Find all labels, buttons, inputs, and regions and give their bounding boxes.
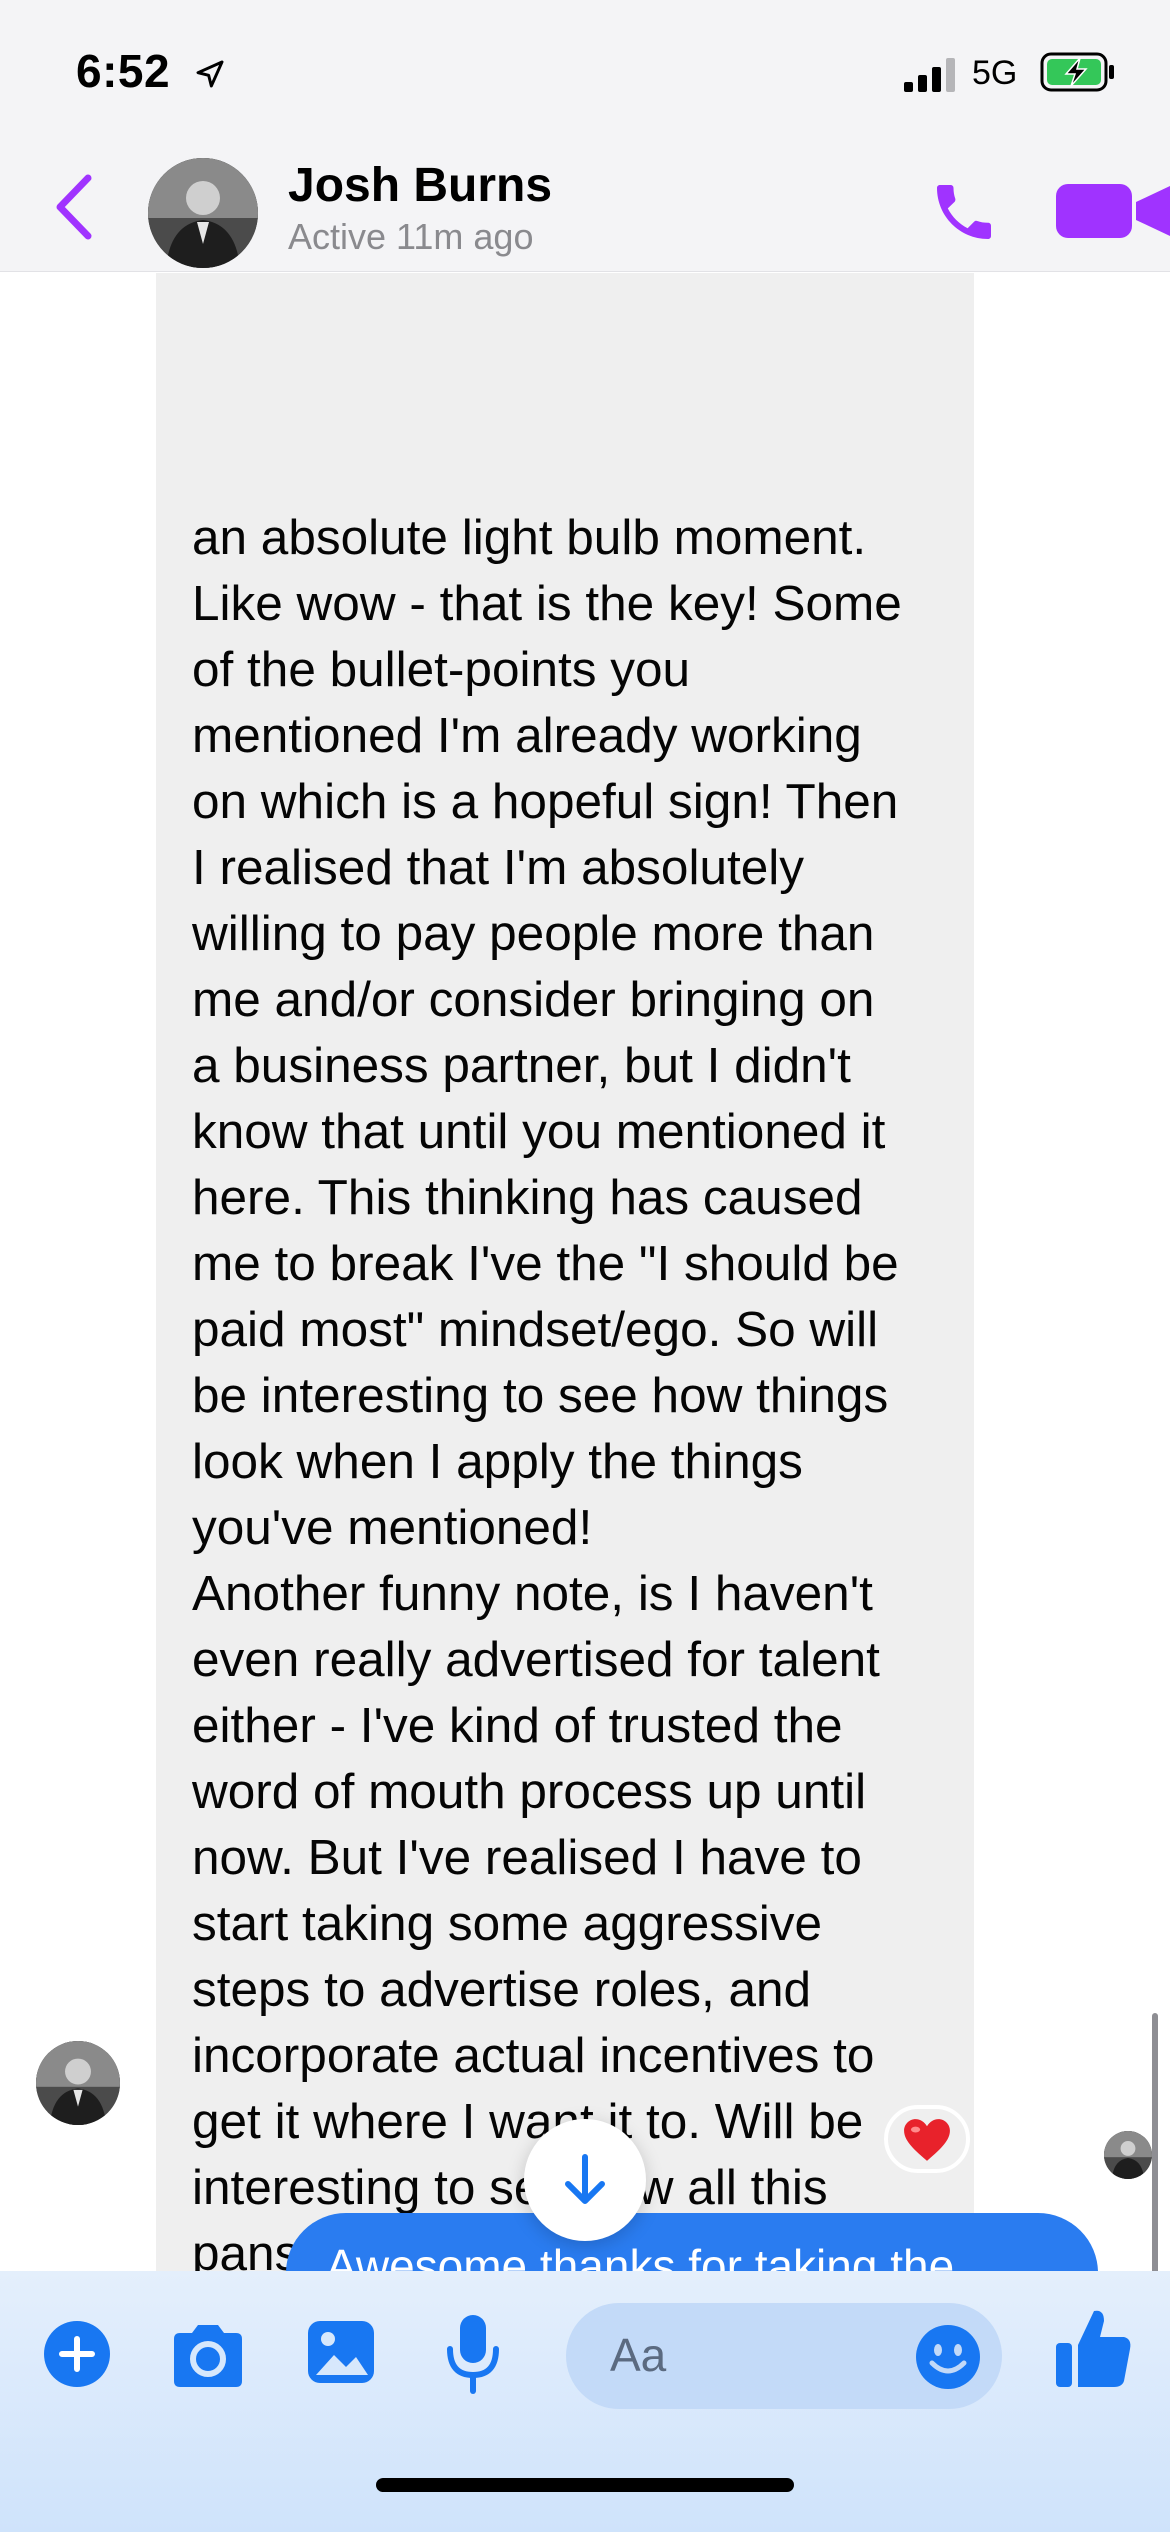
heart-reaction[interactable] bbox=[884, 2105, 970, 2173]
sender-avatar[interactable] bbox=[36, 2041, 120, 2125]
back-icon[interactable] bbox=[50, 172, 98, 242]
chat-header: Josh Burns Active 11m ago bbox=[0, 140, 1170, 272]
network-type: 5G bbox=[972, 54, 1018, 92]
gallery-icon[interactable] bbox=[306, 2317, 376, 2387]
message-input[interactable] bbox=[610, 2327, 890, 2383]
location-arrow-icon bbox=[196, 60, 224, 88]
battery-charging-icon bbox=[1040, 52, 1114, 92]
microphone-icon[interactable] bbox=[446, 2313, 500, 2395]
incoming-message-text: an absolute light bulb moment. Like wow … bbox=[192, 510, 905, 2271]
message-input-container[interactable] bbox=[566, 2303, 1002, 2409]
outgoing-message-bubble[interactable]: Awesome thanks for taking the bbox=[286, 2213, 1098, 2271]
heart-icon bbox=[904, 2119, 950, 2161]
emoji-icon[interactable] bbox=[914, 2323, 982, 2391]
read-receipt-avatar bbox=[1104, 2131, 1152, 2179]
incoming-message-bubble[interactable]: an absolute light bulb moment. Like wow … bbox=[156, 273, 974, 2271]
video-call-icon[interactable] bbox=[1052, 178, 1170, 244]
home-indicator[interactable] bbox=[376, 2478, 794, 2492]
status-time: 6:52 bbox=[76, 45, 171, 97]
contact-avatar[interactable] bbox=[148, 158, 258, 268]
signal-icon bbox=[904, 58, 955, 92]
scrollbar[interactable] bbox=[1152, 2013, 1158, 2271]
thumbs-up-icon[interactable] bbox=[1054, 2305, 1134, 2391]
message-thread[interactable]: an absolute light bulb moment. Like wow … bbox=[0, 273, 1170, 2271]
arrow-down-icon bbox=[565, 2154, 605, 2204]
composer-bar bbox=[0, 2271, 1170, 2532]
outgoing-message-text: Awesome thanks for taking the bbox=[326, 2240, 955, 2271]
contact-name[interactable]: Josh Burns bbox=[288, 158, 552, 213]
phone-call-icon[interactable] bbox=[928, 176, 1000, 248]
plus-icon[interactable] bbox=[42, 2319, 112, 2389]
camera-icon[interactable] bbox=[168, 2321, 248, 2389]
status-bar: 6:52 5G bbox=[0, 0, 1170, 140]
active-status: Active 11m ago bbox=[288, 216, 534, 257]
scroll-to-bottom-button[interactable] bbox=[524, 2119, 646, 2241]
